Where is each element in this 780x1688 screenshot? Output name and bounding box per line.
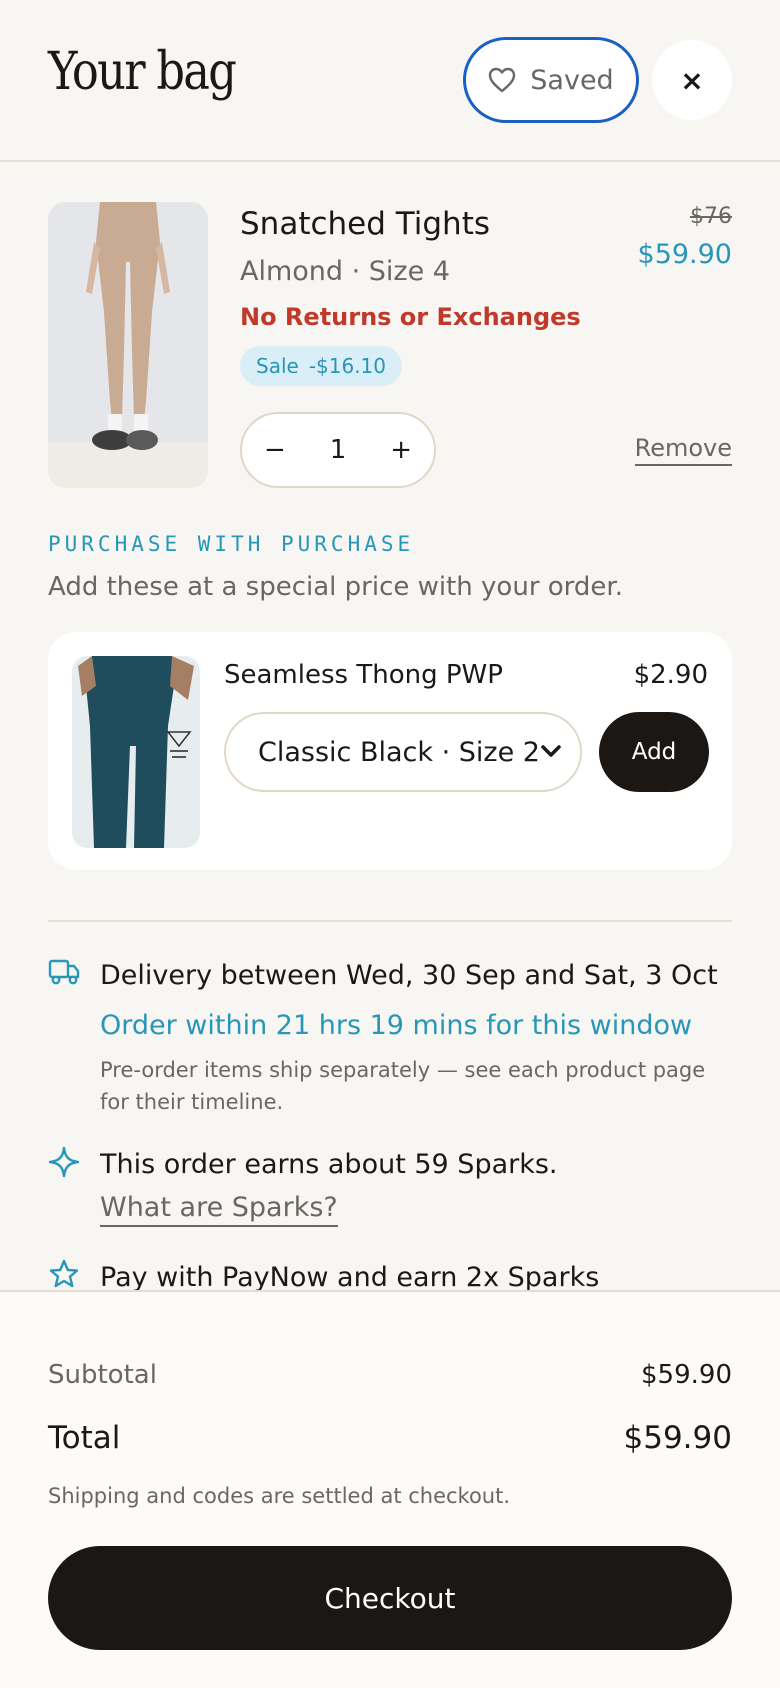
sparks-earn-text: This order earns about 59 Sparks. [100, 1149, 558, 1180]
total-value: $59.90 [623, 1420, 732, 1456]
decrease-quantity-button[interactable]: − [264, 435, 286, 465]
delivery-window: Delivery between Wed, 30 Sep and Sat, 3 … [100, 960, 718, 991]
product-name[interactable]: Snatched Tights [240, 206, 490, 242]
saved-label: Saved [530, 64, 614, 96]
pwp-product-image [72, 656, 200, 848]
bag-content[interactable]: Snatched Tights Almond · Size 4 No Retur… [0, 164, 780, 1290]
increase-quantity-button[interactable]: + [390, 435, 412, 465]
star-icon [49, 1259, 79, 1288]
delivery-start-date: Wed, 30 Sep [346, 960, 516, 991]
pwp-selected-option: Classic Black · Size 2 [258, 736, 540, 768]
paynow-prefix: Pay with [100, 1262, 223, 1290]
pwp-product-price: $2.90 [633, 660, 708, 690]
heart-icon [489, 67, 516, 93]
subtotal-value: $59.90 [641, 1360, 732, 1390]
subtotal-label: Subtotal [48, 1360, 157, 1390]
page-title: Your bag [48, 42, 237, 102]
close-icon: × [680, 63, 704, 97]
truck-icon [48, 959, 80, 985]
product-image [48, 202, 208, 488]
checkout-button[interactable]: Checkout [48, 1546, 732, 1650]
paynow-middle: and earn [328, 1262, 466, 1290]
pwp-product-name: Seamless Thong PWP [224, 660, 503, 690]
order-countdown: Order within 21 hrs 19 mins for this win… [100, 1010, 693, 1041]
pwp-variant-select[interactable]: Classic Black · Size 2 [224, 712, 582, 792]
original-price: $76 [690, 204, 732, 229]
total-label: Total [48, 1420, 121, 1456]
pwp-heading: PURCHASE WITH PURCHASE [48, 532, 415, 556]
delivery-prefix: Delivery between [100, 960, 346, 991]
sale-price: $59.90 [637, 239, 732, 270]
close-button[interactable]: × [652, 40, 732, 120]
delivery-and: and [515, 960, 584, 991]
chevron-down-icon [541, 745, 561, 757]
quantity-value: 1 [329, 435, 347, 465]
order-summary: Subtotal $59.90 Total $59.90 Shipping an… [0, 1290, 780, 1688]
pwp-add-button[interactable]: Add [599, 712, 709, 792]
saved-button[interactable]: Saved [463, 37, 639, 123]
sale-amount: -$16.10 [308, 354, 387, 378]
bag-header: Your bag Saved × [0, 0, 780, 162]
sale-badge: Sale -$16.10 [240, 346, 403, 386]
paynow-method: PayNow [222, 1262, 329, 1290]
what-are-sparks-link[interactable]: What are Sparks? [100, 1192, 338, 1227]
paynow-promo: Pay with PayNow and earn 2x Sparks [100, 1262, 599, 1290]
sale-label: Sale [256, 354, 299, 378]
quantity-stepper: − 1 + [240, 412, 436, 488]
shipping-note: Shipping and codes are settled at checko… [48, 1484, 511, 1508]
sparkle-icon [48, 1146, 80, 1178]
delivery-end-date: Sat, 3 Oct [583, 960, 718, 991]
product-variant: Almond · Size 4 [240, 256, 450, 287]
no-returns-warning: No Returns or Exchanges [240, 303, 581, 331]
pwp-subheading: Add these at a special price with your o… [48, 572, 623, 602]
remove-link[interactable]: Remove [634, 434, 732, 466]
section-divider [48, 920, 732, 922]
paynow-reward: 2x Sparks [465, 1262, 600, 1290]
preorder-note: Pre-order items ship separately — see ea… [100, 1058, 706, 1114]
pwp-card: Seamless Thong PWP $2.90 Classic Black ·… [48, 632, 732, 870]
